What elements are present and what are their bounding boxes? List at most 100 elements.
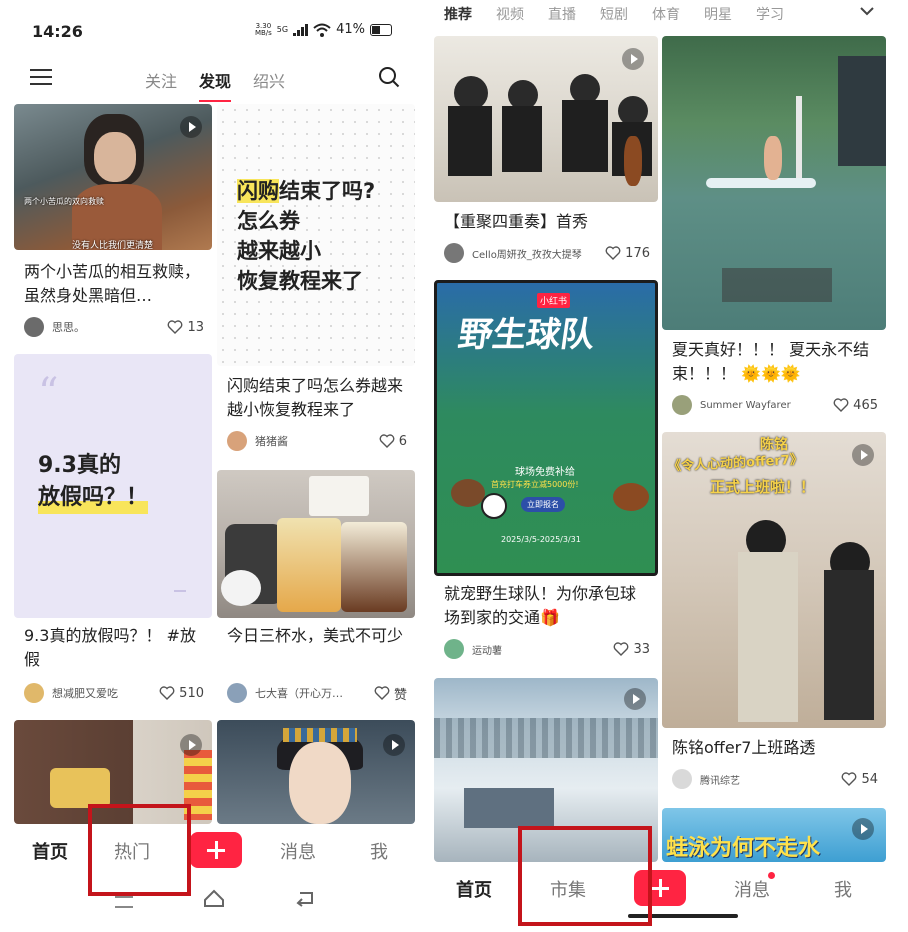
feed-card[interactable]: 今日三杯水，美式不可少 七大喜（开心万… 赞 (217, 470, 415, 714)
card-title: 【重聚四重奏】首秀 (444, 212, 589, 231)
card-cover-image: 陈铭 《令人心动的offer7》 正式上班啦！！ (662, 432, 886, 728)
cover-line-2: 放假吗？！ (38, 482, 149, 514)
avatar[interactable] (672, 395, 692, 415)
cover-caption: 两个小苦瓜的双向救赎 (24, 197, 104, 206)
author-name[interactable]: Summer Wayfarer (700, 400, 833, 411)
card-meta: 猪猪酱 6 (227, 430, 407, 452)
cover-line-3: 越来越小 (237, 239, 321, 263)
like-button[interactable]: 赞 (374, 684, 407, 703)
nav-me[interactable]: 我 (370, 838, 388, 864)
feed-card[interactable]: “ 9.3真的 放假吗？！ 9.3真的放假吗？！ #放假 想减肥又爱吃 510 (14, 354, 212, 716)
video-play-icon (852, 818, 874, 840)
menu-icon[interactable] (115, 896, 133, 908)
like-count: 465 (853, 397, 878, 413)
highlight-box-market (518, 826, 652, 926)
tab-stars[interactable]: 明星 (704, 4, 732, 24)
like-button[interactable]: 6 (379, 434, 407, 449)
notification-dot (768, 872, 775, 879)
search-icon[interactable] (378, 66, 400, 88)
network-type: 5G (276, 25, 289, 34)
highlight-box-hot (88, 804, 191, 896)
cover-text: 蛙泳为何不走水 (666, 836, 821, 861)
heart-icon (159, 686, 175, 700)
left-phone-screen: 14:26 3.30 MB/s 5G 41% 关注 发现 绍兴 两个小苦瓜的双向… (0, 0, 428, 932)
battery-icon (370, 23, 392, 36)
category-tabs: 推荐 视频 直播 短剧 体育 明星 学习 (444, 4, 784, 24)
chevron-down-icon[interactable] (860, 6, 874, 16)
feed-card[interactable]: 两个小苦瓜的双向救赎 没有人比我们更清楚 两个小苦瓜的相互救赎，虽然身处黑暗但…… (14, 104, 212, 348)
like-button[interactable]: 510 (159, 686, 204, 701)
feed-card[interactable]: 夏天真好！！！ 夏天永不结束！！！ 🌞🌞🌞 Summer Wayfarer 46… (662, 36, 886, 424)
card-meta: 思思。 13 (24, 316, 204, 338)
card-meta: 腾讯综艺 54 (672, 768, 878, 790)
like-count: 6 (398, 433, 407, 449)
author-name[interactable]: 思思。 (52, 319, 167, 335)
tab-study[interactable]: 学习 (756, 4, 784, 24)
avatar[interactable] (444, 243, 464, 263)
card-cover-image (217, 720, 415, 824)
author-name[interactable]: 想减肥又爱吃 (52, 685, 159, 701)
like-button[interactable]: 13 (167, 320, 204, 335)
feed-card[interactable]: 陈铭 《令人心动的offer7》 正式上班啦！！ 陈铭offer7上班路透 腾讯… (662, 432, 886, 800)
tab-video[interactable]: 视频 (496, 4, 524, 24)
heart-icon (374, 686, 390, 700)
nav-home[interactable]: 首页 (456, 876, 492, 902)
card-title: 陈铭offer7上班路透 (672, 738, 816, 757)
tab-local[interactable]: 绍兴 (253, 68, 285, 92)
card-title: 闪购结束了吗怎么券越来越小恢复教程来了 (227, 376, 404, 419)
avatar[interactable] (444, 639, 464, 659)
like-count: 13 (187, 319, 204, 335)
like-button[interactable]: 465 (833, 398, 878, 413)
tab-follow[interactable]: 关注 (145, 68, 177, 92)
author-name[interactable]: 猪猪酱 (255, 433, 379, 449)
like-button[interactable]: 176 (605, 246, 650, 261)
card-meta: 运动薯 33 (444, 638, 650, 660)
poster-ball-icon (481, 493, 507, 519)
feed-card[interactable]: 蛙泳为何不走水 (662, 808, 886, 862)
system-navigation-bar (0, 878, 428, 932)
avatar[interactable] (227, 683, 247, 703)
nav-messages[interactable]: 消息 (280, 838, 316, 864)
avatar[interactable] (227, 431, 247, 451)
like-button[interactable]: 33 (613, 642, 650, 657)
feed-card[interactable]: 闪购结束了吗? 怎么券 越来越小 恢复教程来了 闪购结束了吗怎么券越来越小恢复教… (217, 104, 415, 466)
avatar[interactable] (24, 317, 44, 337)
video-play-icon (383, 734, 405, 756)
menu-icon[interactable] (30, 69, 52, 87)
card-meta: 七大喜（开心万… 赞 (227, 682, 407, 704)
poster-brand: 小红书 (537, 293, 571, 308)
like-button[interactable]: 54 (841, 772, 878, 787)
author-name[interactable]: Cello周妍孜_孜孜大提琴 (472, 246, 605, 261)
video-play-icon (852, 444, 874, 466)
avatar[interactable] (672, 769, 692, 789)
cover-line-4: 恢复教程来了 (237, 269, 363, 293)
tab-sports[interactable]: 体育 (652, 4, 680, 24)
card-meta: 想减肥又爱吃 510 (24, 682, 204, 704)
home-icon[interactable] (202, 888, 226, 908)
feed-card[interactable] (217, 720, 415, 824)
cover-line-1: 9.3真的 (38, 453, 121, 478)
card-title: 两个小苦瓜的相互救赎，虽然身处黑暗但… (24, 262, 201, 305)
heart-icon (842, 772, 857, 786)
add-post-button[interactable] (190, 832, 242, 868)
tab-short-drama[interactable]: 短剧 (600, 4, 628, 24)
tab-recommend[interactable]: 推荐 (444, 4, 472, 24)
network-speed: 3.30 MB/s (254, 21, 272, 37)
video-play-icon (180, 116, 202, 138)
poster-ball-icon (613, 483, 649, 511)
avatar[interactable] (24, 683, 44, 703)
feed-card[interactable]: 【重聚四重奏】首秀 Cello周妍孜_孜孜大提琴 176 (434, 36, 658, 272)
author-name[interactable]: 腾讯综艺 (700, 772, 841, 787)
video-play-icon (180, 734, 202, 756)
author-name[interactable]: 七大喜（开心万… (255, 685, 374, 701)
nav-me[interactable]: 我 (834, 876, 852, 902)
divider-mark (174, 590, 186, 592)
tab-live[interactable]: 直播 (548, 4, 576, 24)
nav-messages[interactable]: 消息 (734, 876, 770, 902)
back-icon[interactable] (294, 889, 316, 907)
nav-home[interactable]: 首页 (32, 838, 68, 864)
feed-card[interactable]: 小红书 野生球队 球场免费补给 首充打车券立减5000份! 立即报名 2025/… (434, 280, 658, 672)
author-name[interactable]: 运动薯 (472, 642, 613, 657)
tab-discover[interactable]: 发现 (199, 68, 232, 102)
card-cover-image (662, 36, 886, 330)
